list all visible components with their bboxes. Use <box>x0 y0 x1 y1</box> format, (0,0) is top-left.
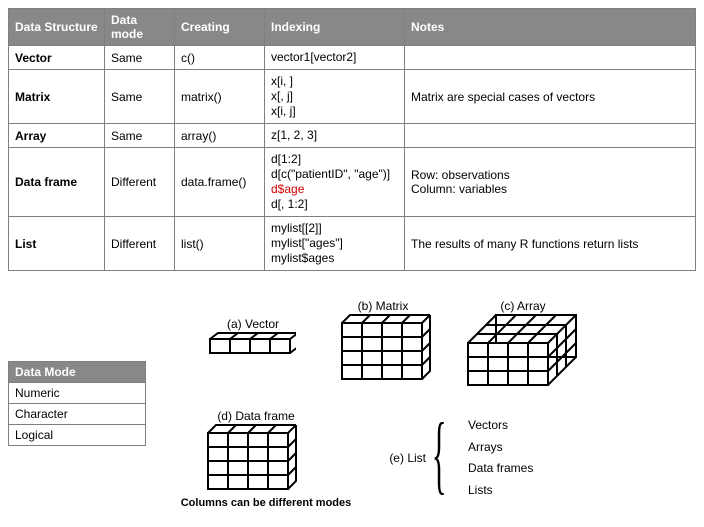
diagram-label-array: (c) Array <box>483 299 563 313</box>
cell-indexing: x[i, ] x[, j] x[i, j] <box>265 70 405 124</box>
brace-icon: { <box>432 411 447 499</box>
table-row: List Different list() mylist[[2]] mylist… <box>9 217 696 271</box>
mode-row: Logical <box>9 425 146 446</box>
cell-structure: List <box>9 217 105 271</box>
cell-structure: Data frame <box>9 148 105 217</box>
cell-mode: Same <box>105 70 175 124</box>
col-header-mode: Data mode <box>105 9 175 46</box>
col-header-creating: Creating <box>175 9 265 46</box>
cell-creating: c() <box>175 46 265 70</box>
cell-notes: Row: observations Column: variables <box>405 148 696 217</box>
dataframe-caption: Columns can be different modes <box>176 497 356 509</box>
mode-header: Data Mode <box>9 362 146 383</box>
list-item: Vectors <box>468 415 533 437</box>
cell-indexing: mylist[[2]] mylist["ages"] mylist$ages <box>265 217 405 271</box>
col-header-notes: Notes <box>405 9 696 46</box>
cell-mode: Different <box>105 148 175 217</box>
cell-mode: Same <box>105 46 175 70</box>
matrix-icon <box>340 313 436 385</box>
list-contents: Vectors Arrays Data frames Lists <box>468 415 533 501</box>
cell-creating: list() <box>175 217 265 271</box>
cell-structure: Array <box>9 124 105 148</box>
mode-row: Character <box>9 404 146 425</box>
data-mode-table: Data Mode Numeric Character Logical <box>8 361 146 446</box>
cell-creating: matrix() <box>175 70 265 124</box>
cell-indexing: z[1, 2, 3] <box>265 124 405 148</box>
table-row: Vector Same c() vector1[vector2] <box>9 46 696 70</box>
cell-creating: data.frame() <box>175 148 265 217</box>
list-item: Lists <box>468 480 533 502</box>
cell-indexing: vector1[vector2] <box>265 46 405 70</box>
cell-structure: Matrix <box>9 70 105 124</box>
vector-icon <box>208 331 296 357</box>
table-row: Matrix Same matrix() x[i, ] x[, j] x[i, … <box>9 70 696 124</box>
diagram-label-vector: (a) Vector <box>213 317 293 331</box>
table-row: Data frame Different data.frame() d[1:2]… <box>9 148 696 217</box>
cell-mode: Same <box>105 124 175 148</box>
cell-notes: Matrix are special cases of vectors <box>405 70 696 124</box>
table-row: Array Same array() z[1, 2, 3] <box>9 124 696 148</box>
list-item: Data frames <box>468 458 533 480</box>
cell-notes: The results of many R functions return l… <box>405 217 696 271</box>
list-item: Arrays <box>468 437 533 459</box>
cell-notes <box>405 46 696 70</box>
cell-creating: array() <box>175 124 265 148</box>
diagram-label-matrix: (b) Matrix <box>343 299 423 313</box>
diagram-area: Data Mode Numeric Character Logical (a) … <box>8 299 696 519</box>
diagram-label-dataframe: (d) Data frame <box>206 409 306 423</box>
dataframe-icon <box>206 423 302 495</box>
data-structures-table: Data Structure Data mode Creating Indexi… <box>8 8 696 271</box>
col-header-structure: Data Structure <box>9 9 105 46</box>
cell-mode: Different <box>105 217 175 271</box>
array-icon <box>466 313 586 391</box>
col-header-indexing: Indexing <box>265 9 405 46</box>
diagram-label-list: (e) List <box>366 451 426 465</box>
mode-row: Numeric <box>9 383 146 404</box>
cell-indexing: d[1:2] d[c("patientID", "age")] d$age d[… <box>265 148 405 217</box>
cell-notes <box>405 124 696 148</box>
cell-structure: Vector <box>9 46 105 70</box>
